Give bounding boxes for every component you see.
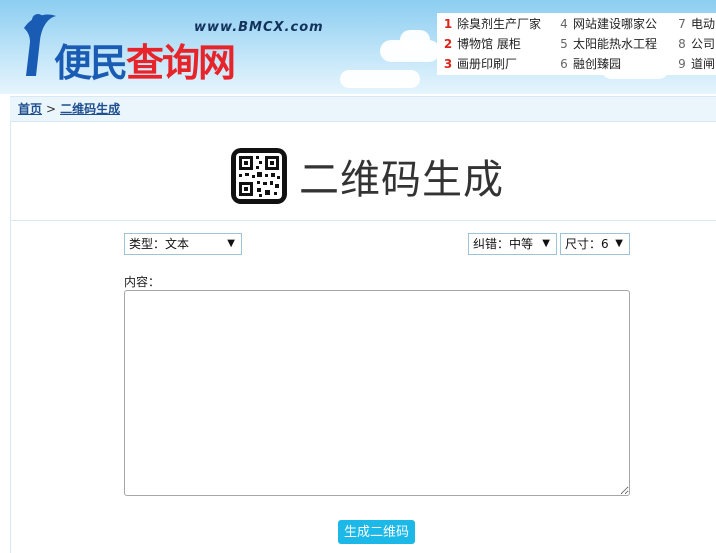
- cloud-decoration: [400, 30, 430, 50]
- type-select[interactable]: 类型：文本 ▼: [124, 233, 242, 255]
- hot-item-rank: 2: [443, 37, 453, 51]
- hot-item-rank: 6: [560, 57, 568, 71]
- logo-text-red: 查询网: [126, 41, 236, 85]
- cloud-decoration: [340, 70, 420, 88]
- error-correction-select[interactable]: 纠错：中等 ▼: [468, 233, 557, 255]
- hot-item-rank: 9: [678, 57, 686, 71]
- hot-item-link[interactable]: 除臭剂生产厂家: [457, 17, 541, 31]
- hot-item[interactable]: 8 公司: [675, 35, 716, 54]
- generate-qr-button[interactable]: 生成二维码: [338, 520, 415, 544]
- hot-item[interactable]: 1 除臭剂生产厂家: [441, 15, 555, 34]
- hot-item-link[interactable]: 网站建设哪家公: [573, 17, 657, 31]
- chevron-down-icon: ▼: [542, 238, 550, 249]
- breadcrumb-separator: >: [46, 102, 57, 116]
- logo-text-blue: 便民: [54, 41, 128, 85]
- hot-item-link[interactable]: 画册印刷厂: [457, 57, 517, 71]
- hot-item-rank: 4: [560, 17, 568, 31]
- size-select[interactable]: 尺寸：6 ▼: [560, 233, 630, 255]
- hot-item-rank: 7: [678, 17, 686, 31]
- breadcrumb: 首页 > 二维码生成: [10, 96, 716, 122]
- logo-text: 便民查询网: [54, 32, 236, 87]
- hot-item-rank: 5: [560, 37, 568, 51]
- chevron-down-icon: ▼: [227, 238, 235, 249]
- hot-search-list: 1 除臭剂生产厂家 2 博物馆 展柜 3 画册印刷厂 4 网站建设哪家公 5 太阳能热水工…: [437, 13, 716, 75]
- content-label: 内容：: [124, 275, 161, 289]
- hot-item[interactable]: 4 网站建设哪家公: [557, 15, 673, 34]
- hot-item-link[interactable]: 融创臻园: [573, 57, 621, 71]
- content-textarea[interactable]: [124, 290, 630, 496]
- qr-code-icon: [231, 148, 287, 204]
- hot-item[interactable]: 5 太阳能热水工程: [557, 35, 673, 54]
- hot-item-link[interactable]: 博物馆 展柜: [457, 37, 521, 51]
- main-content: 二维码生成 类型：文本 ▼ 纠错：中等 ▼ 尺寸：6 ▼ 内容： 生成二维码: [10, 122, 716, 553]
- size-select-value: 尺寸：6: [565, 237, 609, 251]
- hot-item[interactable]: 9 道闸: [675, 55, 716, 74]
- error-correction-select-value: 纠错：中等: [473, 237, 534, 251]
- page-header: 二维码生成: [231, 146, 504, 206]
- breadcrumb-home-link[interactable]: 首页: [18, 102, 42, 116]
- hot-item-link[interactable]: 电动: [691, 17, 715, 31]
- site-header: www.BMCX.com 便民查询网 1 除臭剂生产厂家 2 博物馆 展柜 3 画册印…: [0, 0, 716, 94]
- hot-item[interactable]: 7 电动: [675, 15, 716, 34]
- hot-item-rank: 3: [443, 57, 453, 71]
- breadcrumb-current-link[interactable]: 二维码生成: [60, 102, 120, 116]
- page-title: 二维码生成: [299, 157, 504, 203]
- section-divider: [11, 220, 716, 221]
- hot-item-rank: 1: [443, 17, 453, 31]
- hot-item-link[interactable]: 太阳能热水工程: [573, 37, 657, 51]
- hot-item[interactable]: 6 融创臻园: [557, 55, 673, 74]
- chevron-down-icon: ▼: [615, 238, 623, 249]
- hot-item[interactable]: 3 画册印刷厂: [441, 55, 555, 74]
- hot-item-rank: 8: [678, 37, 686, 51]
- hot-item-link[interactable]: 公司: [691, 37, 715, 51]
- type-select-value: 类型：文本: [129, 237, 190, 251]
- site-logo[interactable]: www.BMCX.com 便民查询网: [18, 6, 328, 87]
- hot-item[interactable]: 2 博物馆 展柜: [441, 35, 555, 54]
- hot-item-link[interactable]: 道闸: [691, 57, 715, 71]
